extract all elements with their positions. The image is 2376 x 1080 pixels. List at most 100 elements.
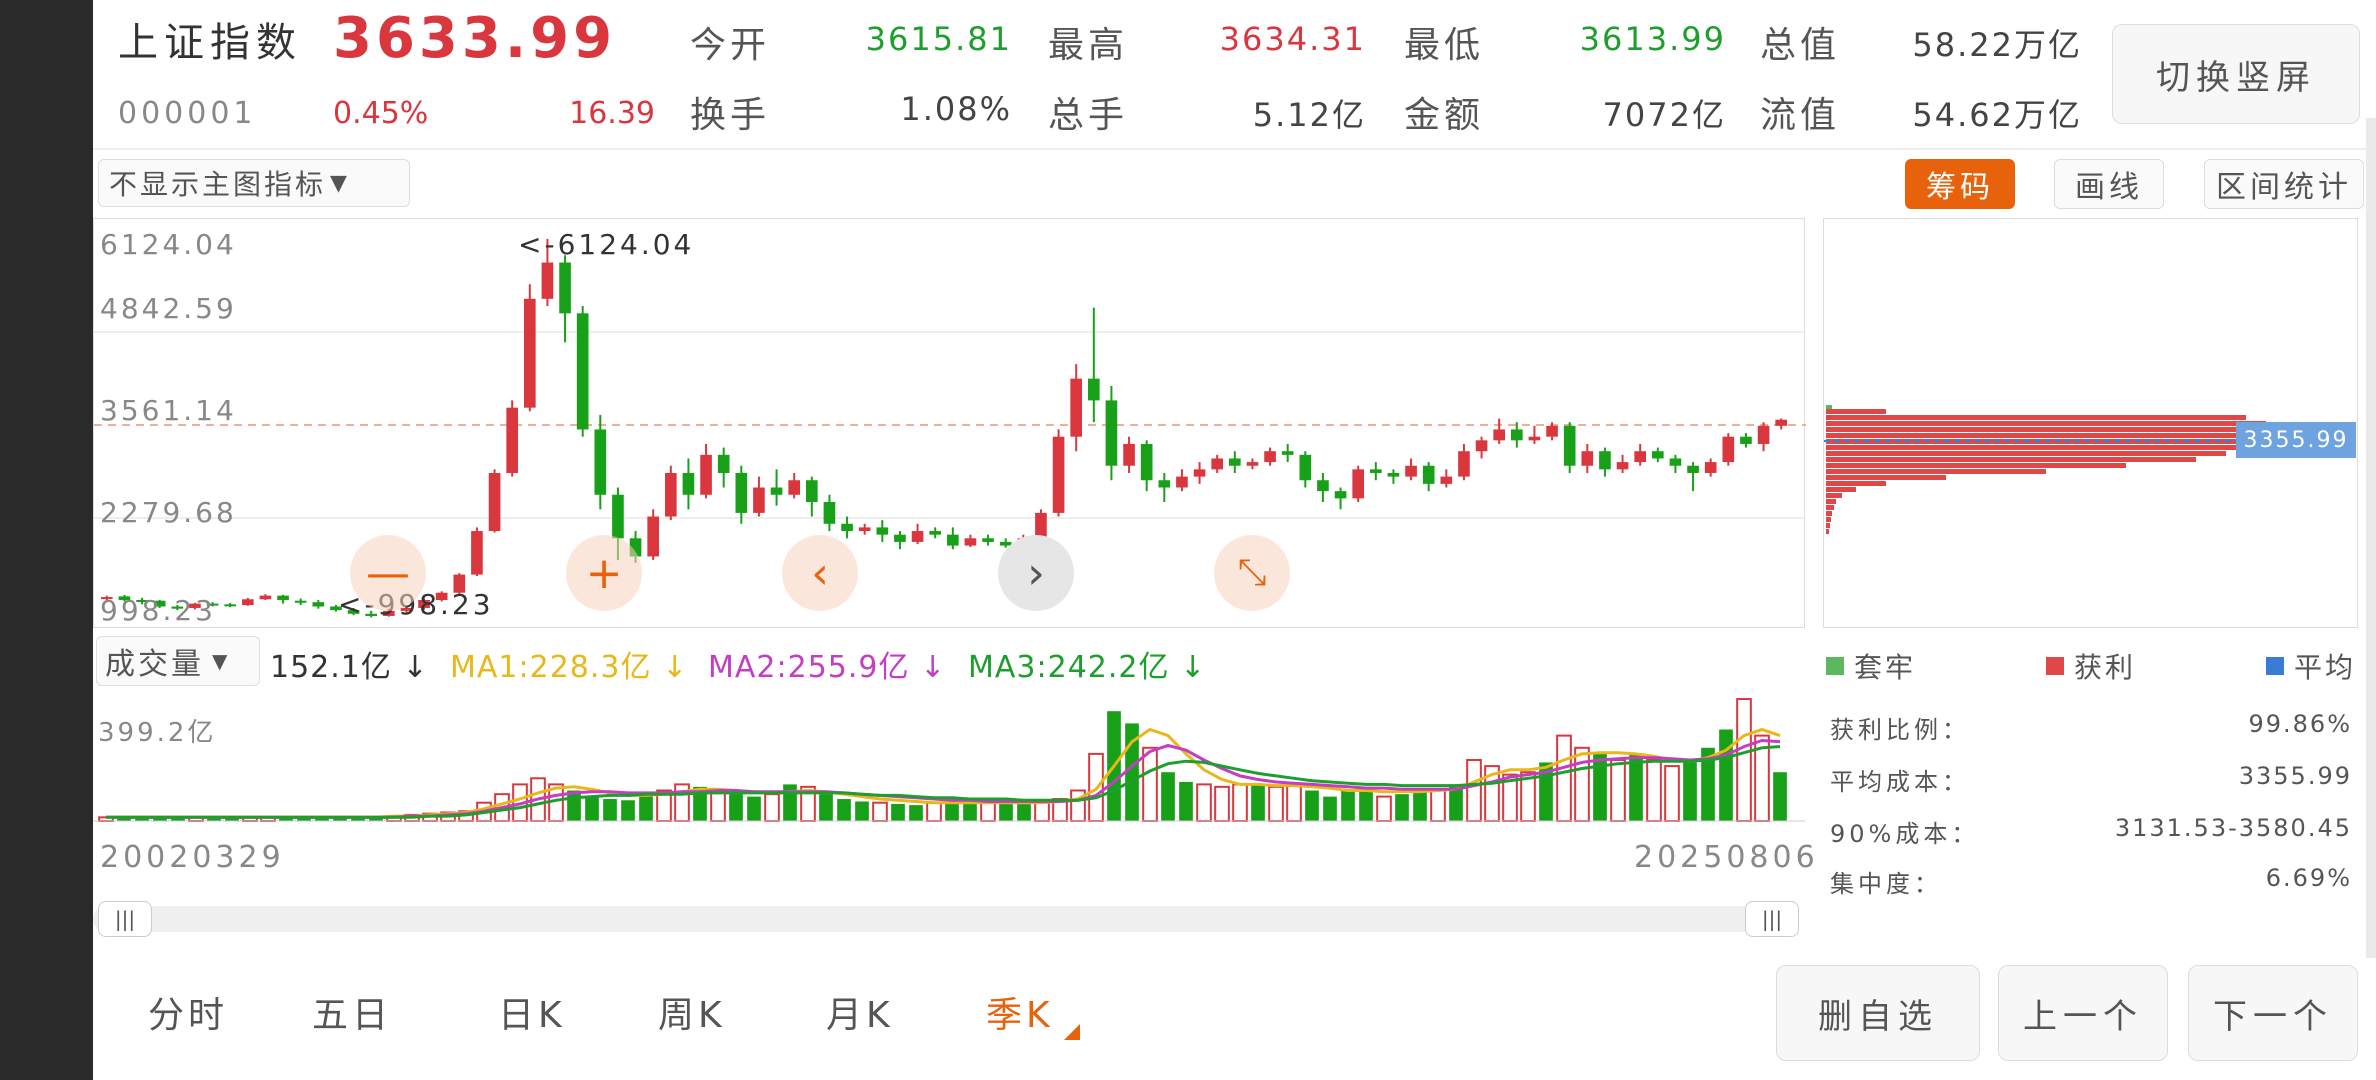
volume-ma2: MA2:255.9亿 ↓ — [708, 650, 947, 685]
candle-body — [1422, 465, 1435, 484]
zoom-out-button[interactable]: — — [350, 535, 426, 611]
fit-view-button[interactable]: ⤡ — [1214, 535, 1290, 611]
hands-label: 总手 — [1048, 95, 1129, 136]
chip-bar — [1826, 529, 1829, 534]
candle-body — [1228, 458, 1241, 466]
candle-body — [1475, 440, 1488, 452]
chip-bar — [1826, 445, 2236, 450]
volume-bar — [1268, 785, 1284, 822]
candle-body — [841, 523, 853, 532]
volume-bar — [837, 799, 851, 821]
stat-label-90-cost: 90%成本： — [1830, 820, 1980, 848]
index-code: 000001 — [118, 96, 257, 131]
volume-bar — [1305, 790, 1319, 821]
open-label: 今开 — [690, 25, 771, 66]
volume-bar — [1161, 772, 1175, 821]
y-label-2: 4842.59 — [100, 292, 237, 325]
volume-bar — [621, 800, 635, 821]
candle-body — [805, 480, 818, 503]
chip-bar — [1826, 517, 1831, 522]
chip-bar — [1826, 493, 1842, 498]
app-root: { "header": { "index_name": "上证指数", "ind… — [0, 0, 2376, 1080]
open-value: 3615.81 — [865, 20, 1012, 58]
candle-body — [876, 527, 889, 535]
candle-body — [1634, 451, 1647, 463]
candle-body — [1123, 443, 1135, 466]
volume-current: 152.1亿 ↓ — [270, 650, 429, 685]
candle-body — [1458, 451, 1470, 477]
candle-body — [541, 262, 554, 299]
left-system-bar — [0, 0, 93, 1080]
swatch-profit — [2046, 657, 2064, 675]
range-slider-track[interactable] — [93, 906, 1799, 932]
pan-left-button[interactable]: ‹ — [782, 535, 858, 611]
chip-bar — [1826, 505, 1834, 510]
stat-label-concentration: 集中度： — [1830, 870, 1942, 898]
range-slider-left-handle[interactable]: ||| — [98, 901, 152, 937]
candle-body — [788, 480, 801, 495]
vertical-scrollbar[interactable] — [2366, 118, 2376, 958]
volume-bar — [710, 789, 726, 822]
candle-body — [312, 602, 325, 607]
candle-body — [1704, 462, 1717, 473]
chip-bar — [1826, 511, 1832, 516]
avg-cost-badge: 3355.99 — [2236, 422, 2356, 458]
swatch-avg — [2266, 657, 2284, 675]
header-divider — [93, 148, 2376, 150]
candle-body — [1193, 469, 1206, 477]
active-tab-corner-icon — [1064, 1024, 1080, 1040]
candle-body — [682, 472, 695, 495]
range-statistics-button[interactable]: 区间统计 — [2204, 159, 2364, 209]
chip-bar — [1826, 523, 1830, 528]
volume-bar — [1556, 734, 1572, 822]
main-indicator-select[interactable]: 不显示主图指标 ▼ — [98, 159, 410, 207]
chip-bar — [1826, 409, 1886, 414]
chevron-left-icon: ‹ — [811, 547, 829, 599]
zoom-in-button[interactable]: + — [566, 535, 642, 611]
volume-bar — [1323, 796, 1337, 821]
stat-value-profit-ratio: 99.86% — [2248, 710, 2352, 738]
tab-five-day[interactable]: 五日 — [312, 986, 392, 1038]
tab-daily-k[interactable]: 日K — [498, 986, 566, 1038]
stat-value-90-cost: 3131.53-3580.45 — [2114, 814, 2352, 842]
candle-body — [964, 538, 977, 546]
change-percent: 0.45% — [333, 96, 429, 131]
candle-body — [259, 595, 272, 600]
volume-bar — [603, 799, 617, 821]
index-name: 上证指数 — [118, 20, 302, 66]
candle-body — [1211, 458, 1224, 470]
pan-right-button[interactable]: › — [998, 535, 1074, 611]
candle-body — [1105, 400, 1118, 466]
tab-quarterly-k[interactable]: 季K — [986, 986, 1054, 1038]
volume-bar — [1736, 698, 1752, 822]
end-date: 20250806 — [1634, 840, 1819, 875]
minus-icon: — — [366, 547, 410, 599]
candle-body — [770, 487, 783, 495]
remove-favorite-button[interactable]: 删自选 — [1776, 965, 1980, 1061]
chip-bar — [1826, 463, 2126, 468]
chip-bar — [1826, 475, 1946, 480]
switch-portrait-button[interactable]: 切换竖屏 — [2112, 24, 2360, 124]
candle-body — [1757, 425, 1770, 444]
candle-body — [294, 600, 307, 603]
volume-bar — [1179, 781, 1193, 821]
next-stock-button[interactable]: 下一个 — [2188, 965, 2358, 1061]
volume-bar — [747, 796, 761, 821]
volume-ma1: MA1:228.3亿 ↓ — [450, 650, 689, 685]
previous-stock-button[interactable]: 上一个 — [1998, 965, 2168, 1061]
volume-bar — [999, 802, 1013, 821]
volume-chart[interactable] — [93, 695, 1805, 825]
chip-distribution-button[interactable]: 筹码 — [1905, 159, 2015, 209]
candle-body — [576, 313, 589, 430]
tab-monthly-k[interactable]: 月K — [826, 986, 894, 1038]
volume-bar — [872, 801, 888, 822]
high-label: 最高 — [1048, 25, 1129, 66]
candle-body — [1546, 425, 1558, 437]
tab-intraday[interactable]: 分时 — [148, 986, 228, 1038]
candle-body — [858, 527, 871, 532]
tab-weekly-k[interactable]: 周K — [658, 986, 726, 1038]
range-slider-right-handle[interactable]: ||| — [1745, 901, 1799, 937]
draw-line-button[interactable]: 画线 — [2054, 159, 2164, 209]
amount-value: 7072亿 — [1602, 96, 1726, 134]
volume-indicator-select[interactable]: 成交量 ▼ — [96, 636, 260, 686]
